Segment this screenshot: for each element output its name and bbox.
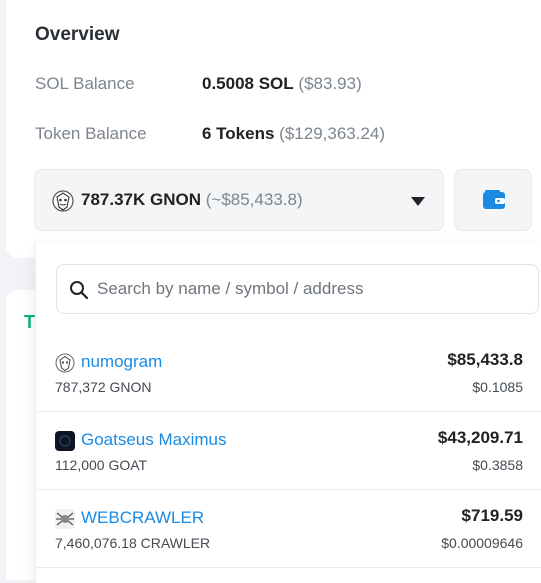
token-price: $0.1085 — [472, 379, 523, 395]
webcrawler-logo-icon — [55, 509, 75, 529]
wallet-icon — [483, 190, 505, 209]
lower-card-heading: T — [24, 312, 35, 332]
sol-balance-label: SOL Balance — [35, 74, 135, 93]
token-dropdown-panel: numogram 787,372 GNON $85,433.8 $0.1085 … — [35, 243, 541, 583]
wallet-button[interactable] — [454, 169, 532, 231]
token-row-webcrawler[interactable]: WEBCRAWLER 7,460,076.18 CRAWLER $719.59 … — [36, 490, 541, 568]
token-price: $0.3858 — [472, 457, 523, 473]
sol-balance-amount: 0.5008 SOL — [202, 74, 294, 93]
token-holdings-select[interactable]: 787.37K GNON (~$85,433.8) — [34, 169, 444, 231]
selected-token-text: 787.37K GNON (~$85,433.8) — [81, 190, 303, 210]
token-search-box[interactable] — [56, 264, 539, 314]
sol-balance-usd: ($83.93) — [298, 74, 362, 93]
sol-balance-value: 0.5008 SOL ($83.93) — [202, 74, 362, 94]
chevron-down-icon — [411, 197, 425, 206]
token-name[interactable]: WEBCRAWLER — [81, 508, 204, 528]
token-usd-value: $719.59 — [461, 506, 523, 525]
token-name[interactable]: numogram — [81, 352, 162, 372]
token-balance-count: 6 Tokens — [202, 124, 275, 143]
token-balance-value: 6 Tokens ($129,363.24) — [202, 124, 385, 144]
overview-title: Overview — [35, 24, 120, 45]
token-usd-value: $85,433.8 — [447, 350, 523, 369]
token-row-numogram[interactable]: numogram 787,372 GNON $85,433.8 $0.1085 — [36, 334, 541, 412]
token-usd-value: $43,209.71 — [437, 428, 523, 447]
token-balance-usd: ($129,363.24) — [279, 124, 386, 143]
numogram-logo-icon — [52, 190, 74, 212]
goatseus-logo-icon — [55, 431, 75, 451]
numogram-logo-icon — [55, 353, 75, 373]
token-price: $0.00009646 — [441, 535, 523, 551]
selected-token-amount: 787.37K GNON — [81, 190, 201, 209]
token-amount: 7,460,076.18 CRAWLER — [55, 535, 211, 551]
token-row-goatseus-maximus[interactable]: Goatseus Maximus 112,000 GOAT $43,209.71… — [36, 412, 541, 490]
token-name[interactable]: Goatseus Maximus — [81, 430, 227, 450]
token-amount: 787,372 GNON — [55, 379, 152, 395]
selected-token-usd: (~$85,433.8) — [205, 190, 303, 209]
search-icon — [70, 281, 89, 300]
token-balance-label: Token Balance — [35, 124, 147, 143]
token-amount: 112,000 GOAT — [55, 457, 148, 473]
token-search-input[interactable] — [97, 265, 527, 313]
